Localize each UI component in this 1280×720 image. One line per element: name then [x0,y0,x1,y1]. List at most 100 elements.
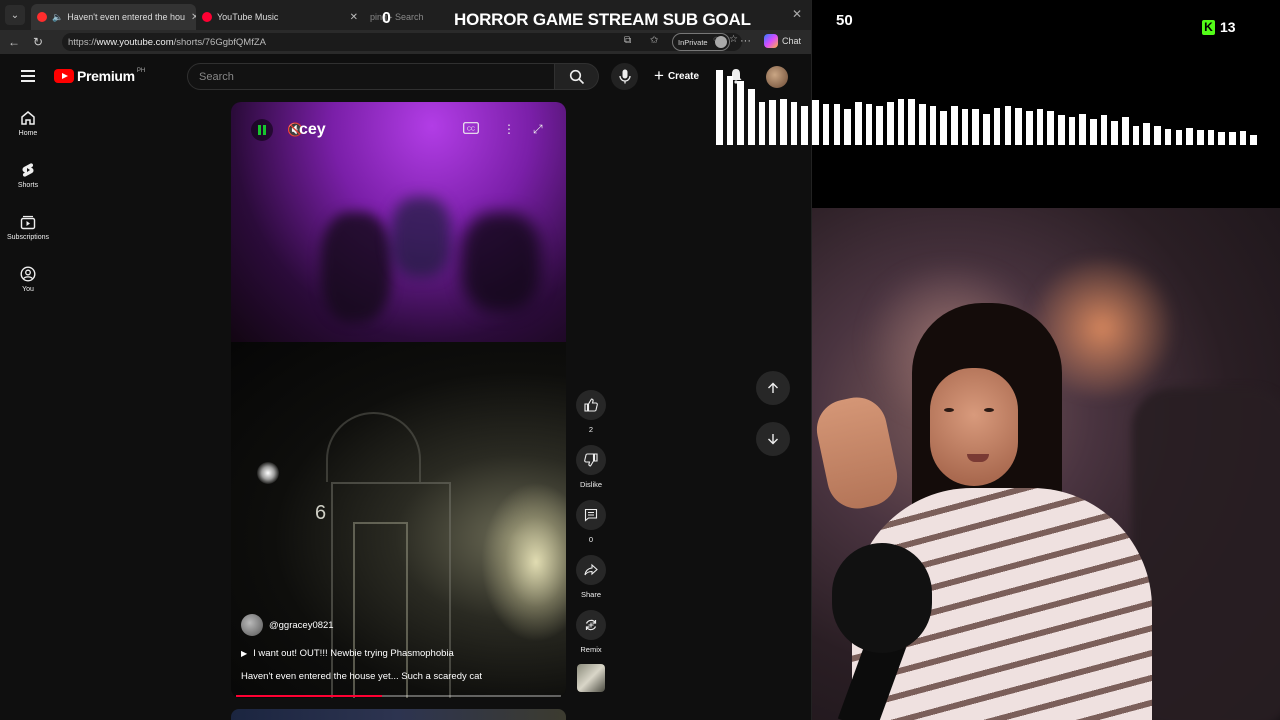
streamer-hand [812,391,903,515]
speaker-icon[interactable]: 🔈 [52,12,63,23]
comments-action[interactable]: 0 [576,500,606,544]
guide-item-home[interactable]: Home [0,110,56,137]
tab-close-button[interactable]: ✕ [185,12,196,23]
visualizer-bar [940,111,948,145]
share-arrow-icon [584,563,598,576]
favorite-star-icon[interactable]: ☆ [729,34,738,45]
remix-button[interactable] [576,610,606,640]
visualizer-bar [844,109,851,145]
channel-handle[interactable]: @ggracey0821 [269,620,334,631]
visualizer-bar [961,109,969,145]
guide-label: Subscriptions [6,234,50,241]
window-arch [326,412,421,482]
guide-item-shorts[interactable]: Shorts [0,162,56,189]
youtube-play-icon [54,69,74,83]
visualizer-bar [822,103,830,145]
visualizer-bar [1186,127,1193,145]
dislike-button[interactable] [576,445,606,475]
visualizer-bar [1228,132,1236,145]
more-menu-button[interactable]: ··· [740,35,751,47]
visualizer-bar [1196,130,1204,145]
logo-text: Premium [77,68,135,84]
svg-text:CC: CC [467,126,475,132]
next-short-button[interactable] [756,422,790,456]
captions-icon[interactable]: CC [463,122,479,134]
like-action[interactable]: 2 [576,390,606,434]
tab-search[interactable]: ping - Search [364,4,464,30]
visualizer-bar [1207,130,1215,145]
inprivate-badge[interactable]: InPrivate [672,33,730,51]
visualizer-bar [929,106,937,145]
visualizer-bar [1122,116,1129,145]
visualizer-bar [1250,134,1257,145]
create-button[interactable]: + Create [654,66,699,86]
chat-label: Chat [782,36,802,46]
chat-button[interactable]: Chat [764,34,801,48]
dislike-action[interactable]: Dislike [576,445,606,489]
favorites-icon[interactable]: ✩ [650,35,658,46]
plus-icon: + [654,66,664,85]
youtube-premium-logo[interactable]: Premium PH [54,68,145,84]
shorts-icon [22,163,34,177]
visualizer-bar [1111,121,1119,145]
back-arrow-icon[interactable]: ← [4,35,24,49]
thumbs-up-icon [584,398,598,412]
visualizer-bar [1090,118,1097,145]
audio-visualizer [716,70,1261,145]
tab-title: Haven't even entered the hou [67,12,186,22]
visualizer-bar [1154,126,1161,145]
more-options-icon[interactable]: ⋮ [503,122,515,136]
pause-button[interactable] [251,119,273,141]
visualizer-bar [801,106,809,145]
address-bar-row: ← ↻ https://www.youtube.com/shorts/76Ggb… [0,30,811,54]
viewer-count: 13 [1220,19,1236,35]
sound-thumbnail[interactable] [577,664,605,692]
guide-label: You [22,286,34,293]
guide-item-subscriptions[interactable]: Subscriptions [0,214,56,241]
channel-avatar[interactable] [241,614,263,636]
short-title-row[interactable]: ▶ I want out! OUT!!! Newbie trying Phasm… [241,648,561,659]
tab-current-short[interactable]: 🔈 Haven't even entered the hou ✕ [31,4,196,30]
window-close-button[interactable]: ✕ [792,7,802,21]
shorts-player[interactable]: 6 🔇 cey CC ⋮ ⤢ @ggracey0821 ▶ I want out… [231,102,566,698]
youtube-music-favicon-icon [202,12,212,22]
extensions-icon[interactable]: ⧉ [624,35,631,46]
share-label: Share [580,590,601,599]
refresh-icon[interactable]: ↻ [28,35,48,49]
visualizer-bar [1100,115,1108,145]
remix-icon [585,619,597,631]
comments-button[interactable] [576,500,606,530]
fullscreen-icon[interactable]: ⤢ [533,122,543,137]
visualizer-bar [1015,107,1022,145]
search-button[interactable] [555,63,599,90]
tab-youtube-music[interactable]: YouTube Music ✕ [196,4,364,30]
progress-bar[interactable] [236,695,561,697]
url-field[interactable]: https://www.youtube.com/shorts/76GgbfQMf… [62,33,742,51]
visualizer-bar [1025,111,1033,145]
tab-actions-menu[interactable]: ⌄ [5,5,25,25]
previous-short-button[interactable] [756,371,790,405]
short-title[interactable]: I want out! OUT!!! Newbie trying Phasmop… [253,648,454,659]
hamburger-menu-icon[interactable] [21,70,35,82]
visualizer-bar [769,100,777,145]
visualizer-bar [1068,116,1076,145]
sub-goal-title: HORROR GAME STREAM SUB GOAL [454,10,751,29]
like-button[interactable] [576,390,606,420]
tab-title: ping - Search [370,12,424,22]
like-count: 2 [588,425,594,434]
visualizer-bar [1057,115,1065,145]
visualizer-bar [993,107,1001,145]
search-input[interactable]: Search [187,63,555,90]
guide-item-you[interactable]: You [0,266,56,293]
kick-viewer-counter: K 13 [1202,19,1236,35]
share-action[interactable]: Share [576,555,606,599]
comment-icon [584,508,598,522]
visualizer-bar [886,101,894,145]
voice-search-button[interactable] [611,63,638,90]
share-button[interactable] [576,555,606,585]
tab-close-button[interactable]: ✕ [344,12,358,23]
channel-row[interactable]: @ggracey0821 [241,614,561,636]
video-overlay-text: cey [299,121,326,138]
remix-action[interactable]: Remix [576,610,606,654]
chevron-down-icon: ⌄ [10,9,20,21]
